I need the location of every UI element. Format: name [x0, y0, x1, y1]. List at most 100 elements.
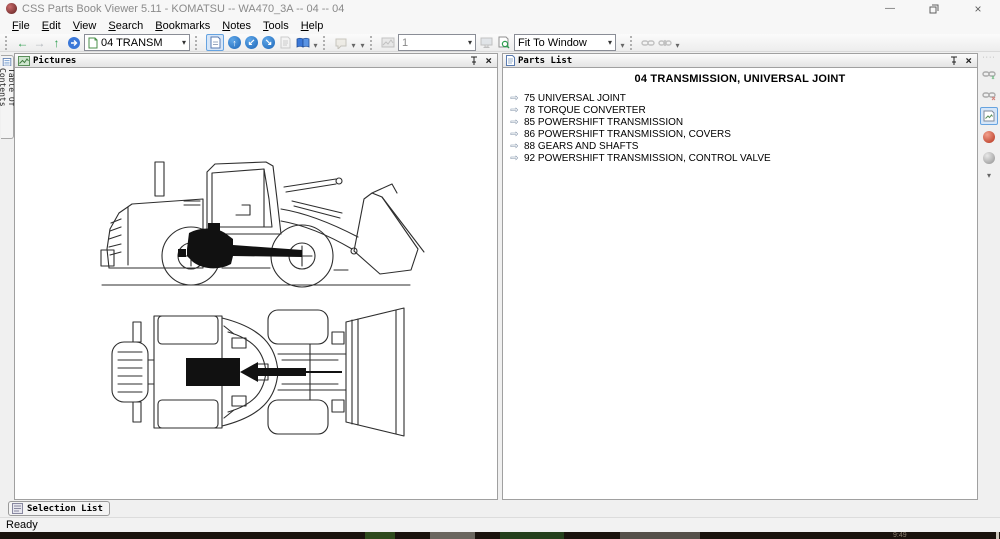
nav-previous-icon: ↙ [248, 37, 256, 48]
up-icon: ↑ [54, 36, 60, 50]
notes-button[interactable] [332, 35, 349, 51]
parts-list-item[interactable]: ⇨75 UNIVERSAL JOINT [503, 92, 977, 104]
item-label: 88 GEARS AND SHAFTS [524, 141, 638, 152]
zoom-mode-combo[interactable]: Fit To Window ▾ [514, 34, 616, 51]
page-number-combo[interactable]: 1 ▾ [398, 34, 476, 51]
zoom-page-button[interactable] [495, 35, 512, 51]
toolbar-overflow-icon[interactable]: ▾ [673, 41, 682, 51]
parts-list-icon [506, 55, 515, 66]
book-selector-dropdown-icon[interactable]: ▾ [180, 38, 188, 47]
tab-selection-list[interactable]: Selection List [8, 501, 110, 516]
forward-button[interactable]: → [31, 35, 48, 51]
goto-page-button[interactable] [65, 35, 82, 51]
nav-up-circle-button[interactable]: ↑ [228, 36, 241, 49]
menu-notes[interactable]: Notes [216, 19, 257, 33]
monitor-button[interactable] [478, 35, 495, 51]
bookmark-book-button[interactable] [294, 35, 311, 51]
item-label: 78 TORQUE CONVERTER [524, 105, 646, 116]
restore-icon [929, 4, 939, 14]
picture-view-button[interactable] [980, 107, 998, 125]
picture-page-icon [983, 110, 995, 122]
selection-list-icon [12, 503, 23, 514]
chain-link-icon [982, 69, 996, 80]
item-arrow-icon: ⇨ [508, 117, 521, 128]
book-selector[interactable]: 04 TRANSM ▾ [84, 34, 190, 51]
remove-link-button[interactable] [980, 86, 998, 104]
text-page-icon [280, 36, 291, 49]
minimize-button[interactable]: — [868, 0, 912, 17]
add-link-button[interactable] [980, 65, 998, 83]
close-button[interactable]: × [956, 0, 1000, 17]
taskbar-patch [996, 532, 999, 539]
item-arrow-icon: ⇨ [508, 93, 521, 104]
title-bar: CSS Parts Book Viewer 5.11 - KOMATSU -- … [0, 0, 1000, 18]
book-page-icon [88, 37, 98, 49]
menu-help[interactable]: Help [295, 19, 330, 33]
hotspot-gray-button[interactable] [980, 149, 998, 167]
table-of-contents-icon [2, 58, 12, 66]
pin-icon[interactable] [950, 56, 958, 66]
pictures-panel-header[interactable]: Pictures × [14, 53, 498, 68]
toolbar-overflow-icon[interactable]: ▾ [618, 41, 627, 51]
nav-previous-circle-button[interactable]: ↙ [245, 36, 258, 49]
right-toolbar-overflow-icon[interactable]: ▾ [985, 171, 994, 181]
pictures-panel-title: Pictures [33, 56, 76, 66]
picture-window-toggle[interactable] [206, 34, 224, 51]
back-button[interactable]: ← [14, 35, 31, 51]
close-panel-icon[interactable]: × [485, 56, 492, 65]
text-page-button[interactable] [277, 35, 294, 51]
menu-edit[interactable]: Edit [36, 19, 67, 33]
menu-search[interactable]: Search [102, 19, 149, 33]
image-frame-button[interactable] [379, 35, 396, 51]
pictures-canvas[interactable] [14, 68, 498, 500]
toolbar-overflow-icon[interactable]: ▾ [311, 41, 320, 51]
parts-list-item[interactable]: ⇨78 TORQUE CONVERTER [503, 104, 977, 116]
item-arrow-icon: ⇨ [508, 141, 521, 152]
book-selector-value: 04 TRANSM [101, 37, 169, 49]
up-level-button[interactable]: ↑ [48, 35, 65, 51]
parts-list-item[interactable]: ⇨86 POWERSHIFT TRANSMISSION, COVERS [503, 128, 977, 140]
menu-tools[interactable]: Tools [257, 19, 295, 33]
pin-icon[interactable] [470, 56, 478, 66]
menu-bookmarks[interactable]: Bookmarks [149, 19, 216, 33]
toolbar-grip[interactable] [630, 36, 636, 50]
nav-next-circle-button[interactable]: ↘ [262, 36, 275, 49]
back-icon: ← [17, 36, 29, 50]
parts-list-item[interactable]: ⇨92 POWERSHIFT TRANSMISSION, CONTROL VAL… [503, 152, 977, 164]
menu-view[interactable]: View [67, 19, 103, 33]
zoom-mode-value: Fit To Window [518, 37, 593, 49]
toolbar-grip[interactable] [5, 36, 11, 50]
toolbar-grip[interactable] [323, 36, 329, 50]
parts-list-item[interactable]: ⇨85 POWERSHIFT TRANSMISSION [503, 116, 977, 128]
link-button[interactable] [639, 35, 656, 51]
parts-list-item[interactable]: ⇨88 GEARS AND SHAFTS [503, 140, 977, 152]
minimize-icon: — [885, 3, 895, 14]
bookmark-book-icon [296, 37, 310, 49]
taskbar-patch [620, 532, 700, 539]
toolbar-grip[interactable]: ···· [982, 54, 995, 62]
menu-file[interactable]: File [6, 19, 36, 33]
item-arrow-icon: ⇨ [508, 153, 521, 164]
unlink-button[interactable] [656, 35, 673, 51]
toolbar-grip[interactable] [195, 36, 201, 50]
parts-panel-header[interactable]: Parts List × [502, 53, 978, 68]
item-label: 85 POWERSHIFT TRANSMISSION [524, 117, 683, 128]
gray-sphere-icon [983, 152, 995, 164]
zoom-mode-dropdown-icon[interactable]: ▾ [606, 38, 614, 47]
desktop-taskbar-sliver: 9:49 [0, 532, 1000, 539]
page-number-dropdown-icon[interactable]: ▾ [466, 38, 474, 47]
hotspot-red-button[interactable] [980, 128, 998, 146]
restore-button[interactable] [912, 0, 956, 17]
picture-window-icon [210, 36, 221, 49]
wheel-loader-top-view [106, 302, 426, 442]
close-panel-icon[interactable]: × [965, 56, 972, 65]
window-title: CSS Parts Book Viewer 5.11 - KOMATSU -- … [22, 3, 344, 15]
parts-panel-title: Parts List [518, 56, 572, 66]
right-toolbar: ···· ▾ [978, 52, 1000, 517]
link-icon [641, 38, 655, 48]
item-label: 92 POWERSHIFT TRANSMISSION, CONTROL VALV… [524, 153, 771, 164]
tab-table-of-contents[interactable]: Table Of Contents [1, 55, 14, 139]
notes-dropdown-icon[interactable]: ▾ [349, 41, 358, 51]
toolbar-overflow-icon[interactable]: ▾ [358, 41, 367, 51]
toolbar-grip[interactable] [370, 36, 376, 50]
